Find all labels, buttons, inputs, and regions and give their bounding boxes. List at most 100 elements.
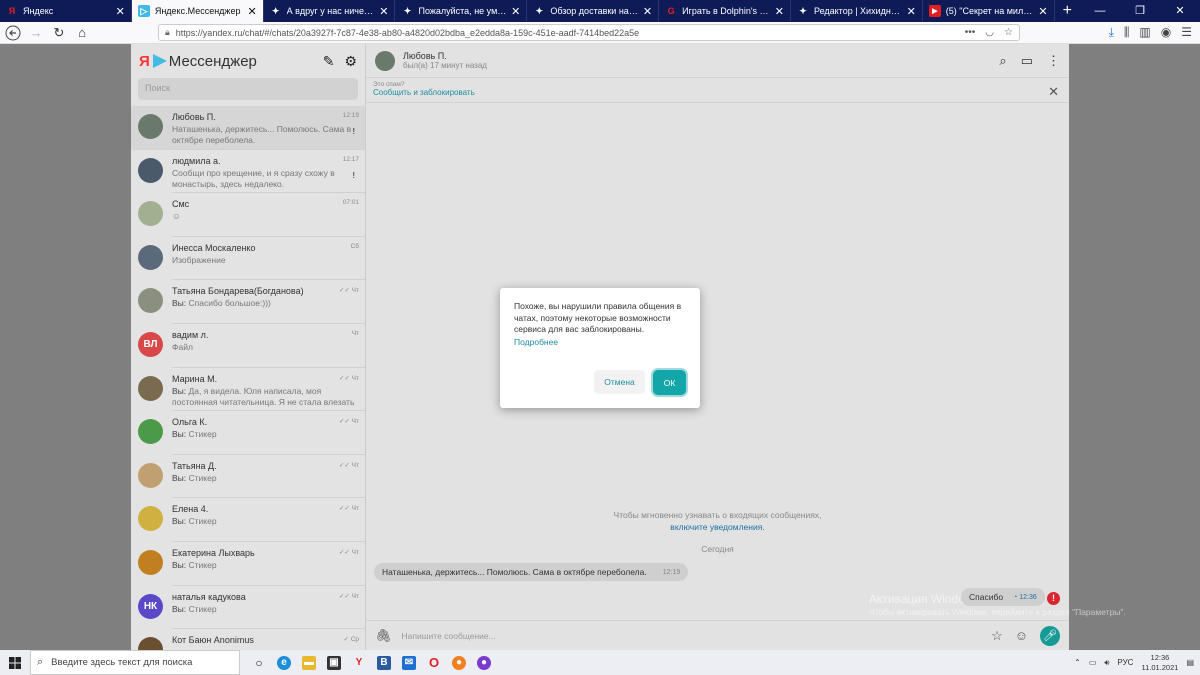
avatar [138,506,163,532]
send-error-icon[interactable]: ! [1047,592,1060,605]
back-button[interactable] [3,23,23,43]
task-view-icon[interactable]: ○ [252,656,266,670]
chat-preview: Вы: Стикер [172,559,217,570]
library-icon[interactable]: ⫼ [1124,25,1130,40]
more-vertical-icon[interactable]: ⋮ [1047,53,1060,69]
new-tab-button[interactable]: + [1055,0,1080,22]
chat-list-item[interactable]: Марина М. Вы: Да, я видела. Юля написала,… [131,368,365,412]
file-explorer-icon[interactable]: ▬ [302,655,316,670]
address-bar[interactable]: 🔒︎ https://yandex.ru/chat/#/chats/20a392… [158,24,1020,41]
chat-name: Смс [172,199,190,210]
clock[interactable]: 12:36 11.01.2021 [1141,653,1178,673]
chat-list-panel: Я Мессенджер ✎ ⚙ Поиск Любовь П. Наташень… [131,44,366,673]
incoming-message[interactable]: Наташенька, держитесь... Помолюсь. Сама … [374,563,689,581]
bookmark-star-icon[interactable]: ☆ [1004,27,1013,38]
browser-tab[interactable]: GИграть в Dolphin's Pearl HD✕ [659,0,791,22]
reload-icon: ↻ [53,24,65,40]
outgoing-message[interactable]: Спасибо ◔ 12:36 [961,588,1045,606]
download-icon[interactable]: ⤓ [1109,25,1114,40]
account-icon[interactable]: ◉ [1161,25,1171,40]
chat-list-item[interactable]: Елена 4. Вы: Стикер ✓✓ Чт [131,498,365,542]
firefox-nightly-icon[interactable]: ● [477,655,491,670]
contact-avatar[interactable] [375,50,395,71]
chevron-up-icon[interactable]: ⌃ [1074,658,1081,667]
close-icon[interactable]: ✕ [1048,84,1059,100]
avatar [138,157,163,183]
spam-question: Это спам? [373,81,405,88]
chat-search-input[interactable]: Поиск [138,78,358,100]
close-tab-icon[interactable]: ✕ [1038,5,1047,18]
chat-list-item[interactable]: НК наталья кадукова Вы: Стикер ✓✓ Чт [131,586,365,630]
more-actions-icon[interactable]: ••• [965,27,976,38]
chat-preview: Файл [172,341,193,352]
chat-list-item[interactable]: Екатерина Лыхварь Вы: Стикер ✓✓ Чт [131,542,365,586]
chat-list-item[interactable]: Смс ☺ 07:01 [131,193,365,237]
pocket-icon[interactable]: ◡ [985,27,994,38]
system-tray: ⌃ ▭ 🔊︎ РУС 12:36 11.01.2021 ▤ [1074,653,1200,673]
browser-tab[interactable]: ▷ Яндекс.Мессенджер ✕ [131,0,264,22]
chat-list-item[interactable]: Любовь П. Наташенька, держитесь... Помолю… [131,106,365,150]
compose-icon[interactable]: ✎ [323,53,335,70]
learn-more-link[interactable]: Подробнее [514,337,686,347]
close-tab-icon[interactable]: ✕ [907,5,916,18]
start-button[interactable] [0,650,30,675]
menu-icon[interactable]: ☰ [1181,25,1192,40]
sparkle-icon: ✦ [271,5,280,16]
chat-preview: Вы: Спасибо большое:))) [172,298,271,309]
chat-preview: ☺ [172,211,181,222]
microphone-icon[interactable]: 🎤︎ [1040,625,1060,646]
report-block-link[interactable]: Сообщить и заблокировать [373,88,1062,97]
chat-list-item[interactable]: людмила а. Сообщи про крещение, и я сразу… [131,150,365,194]
chat-list-item[interactable]: Татьяна Д. Вы: Стикер ✓✓ Чт [131,455,365,499]
video-call-icon[interactable]: ▭ [1021,53,1033,69]
sidebar-icon[interactable]: ▥ [1139,25,1150,40]
forward-button[interactable]: → [26,23,46,43]
browser-tab[interactable]: ✦Редактор | Хихидна | Яндек✕ [791,0,923,22]
chat-list-item[interactable]: Ольга К. Вы: Стикер ✓✓ Чт [131,411,365,455]
maximize-icon[interactable]: ❐ [1120,0,1160,22]
home-button[interactable]: ⌂ [72,23,92,43]
star-icon[interactable]: ☆ [991,628,1003,644]
ok-button[interactable]: ОК [653,370,686,395]
close-tab-icon[interactable]: ✕ [775,5,784,18]
cancel-button[interactable]: Отмена [594,370,645,394]
volume-icon[interactable]: 🔊︎ [1104,658,1109,668]
store-icon[interactable]: ▣ [327,655,341,670]
contact-name[interactable]: Любовь П. [403,51,487,61]
close-tab-icon[interactable]: ✕ [116,5,125,18]
close-tab-icon[interactable]: ✕ [511,5,520,18]
yandex-browser-icon[interactable]: Y [352,656,366,670]
browser-tab[interactable]: ✦Обзор доставки на дом со✕ [527,0,660,22]
enable-notifications-link[interactable]: включите уведомления. [670,522,764,532]
chat-list-item[interactable]: Инесса Москаленко Изображение Сб [131,237,365,281]
notifications-icon[interactable]: ▤ [1186,658,1194,667]
minimize-icon[interactable]: — [1080,0,1120,22]
language-indicator[interactable]: РУС [1117,658,1133,667]
avatar [138,462,163,488]
chat-list-item[interactable]: ВЛ вадим л. Файл Чт [131,324,365,368]
network-icon[interactable]: ▭ [1089,658,1097,667]
avatar: НК [138,593,163,619]
chat-alert-badge: ! [352,170,355,180]
reload-button[interactable]: ↻ [49,23,69,43]
search-icon[interactable]: ⌕ [999,53,1006,69]
browser-tab[interactable]: ▶ (5) "Секрет на миллион ✕ [923,0,1055,22]
close-tab-icon[interactable]: ✕ [247,5,256,18]
message-input[interactable]: Напишите сообщение... [402,631,992,641]
chat-list-item[interactable]: Татьяна Бондарева(Богданова) Вы: Спасибо … [131,280,365,324]
emoji-icon[interactable]: ☺ [1015,628,1028,643]
browser-tab[interactable]: ✦Пожалуйста, не умирай! И✕ [395,0,528,22]
browser-tab[interactable]: ✦А вдруг у нас ничего не п✕ [264,0,396,22]
opera-icon[interactable]: O [427,655,441,670]
edge-icon[interactable]: e [277,655,291,670]
close-tab-icon[interactable]: ✕ [643,5,652,18]
settings-gear-icon[interactable]: ⚙ [344,53,357,70]
close-window-icon[interactable]: ✕ [1160,0,1200,22]
vk-icon[interactable]: В [377,655,391,670]
browser-tab[interactable]: Я Яндекс ✕ [0,0,132,22]
attach-icon[interactable]: 🖇︎ [375,628,392,644]
firefox-icon[interactable]: ● [452,655,466,670]
mail-icon[interactable]: ✉ [402,655,416,670]
close-tab-icon[interactable]: ✕ [379,5,388,18]
taskbar-search-input[interactable]: ⌕ Введите здесь текст для поиска [30,650,240,675]
